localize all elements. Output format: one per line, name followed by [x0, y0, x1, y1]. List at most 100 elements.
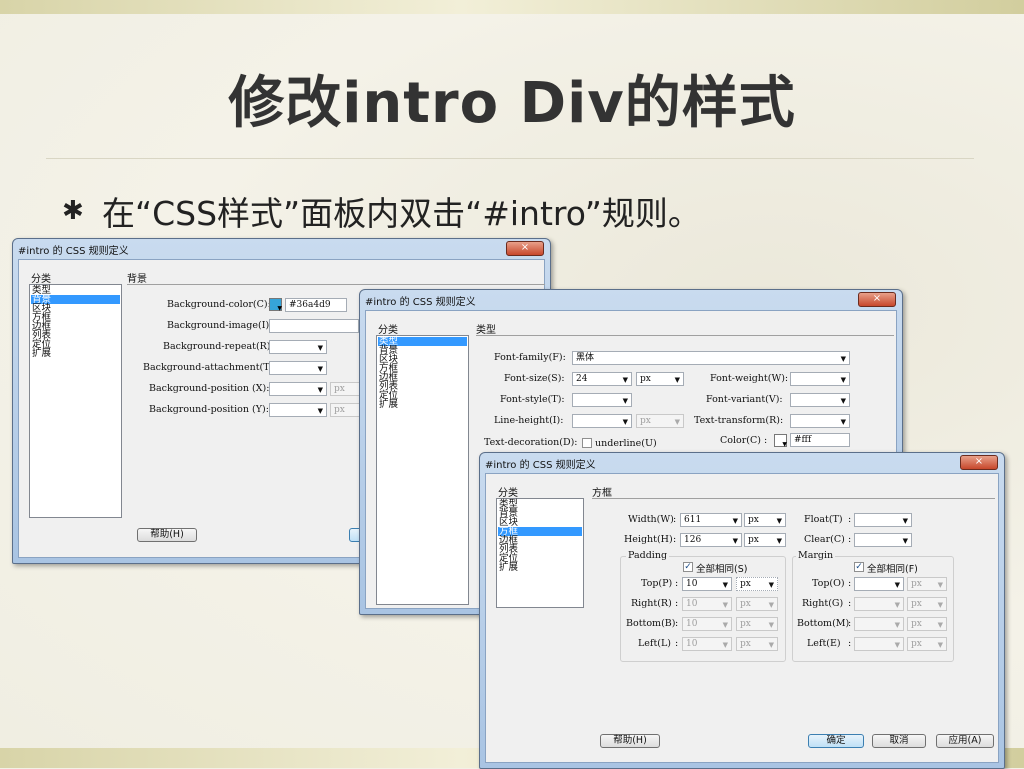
- bg-repeat-select[interactable]: ▼: [269, 340, 327, 354]
- colon: :: [848, 638, 852, 649]
- close-icon[interactable]: ×: [960, 455, 998, 470]
- category-item-extensions[interactable]: 扩展: [378, 400, 398, 410]
- colon: :: [673, 514, 677, 525]
- font-size-unit-value: px: [640, 374, 651, 384]
- width-unit-value: px: [748, 515, 759, 525]
- bg-posy-label: Background-position (Y):: [149, 404, 269, 415]
- width-unit[interactable]: px ▼: [744, 513, 786, 527]
- margin-bottom-unit[interactable]: px ▼: [907, 617, 947, 631]
- width-label: Width(W): [628, 514, 674, 525]
- colon: :: [848, 578, 852, 589]
- float-select[interactable]: ▼: [854, 513, 912, 527]
- ok-button[interactable]: 确定: [808, 734, 864, 748]
- bg-attachment-select[interactable]: ▼: [269, 361, 327, 375]
- same-margin-checkbox[interactable]: ✓: [854, 562, 864, 572]
- underline-checkbox[interactable]: [582, 438, 592, 448]
- bg-repeat-label: Background-repeat(R):: [163, 341, 274, 352]
- colon: :: [675, 638, 679, 649]
- category-item-extensions[interactable]: 扩展: [498, 563, 518, 573]
- margin-bottom-select[interactable]: ▼: [854, 617, 904, 631]
- bg-posx-select[interactable]: ▼: [269, 382, 327, 396]
- text-transform-select[interactable]: ▼: [790, 414, 850, 428]
- padding-right-label: Right(R): [631, 598, 672, 609]
- slide-title: 修改intro Div的样式: [228, 71, 796, 136]
- font-variant-select[interactable]: ▼: [790, 393, 850, 407]
- height-unit[interactable]: px ▼: [744, 533, 786, 547]
- margin-top-unit[interactable]: px ▼: [907, 577, 947, 591]
- padding-top-select[interactable]: 10 ▼: [682, 577, 732, 591]
- font-size-select[interactable]: 24 ▼: [572, 372, 632, 386]
- margin-right-unit[interactable]: px ▼: [907, 597, 947, 611]
- type-color-input[interactable]: #fff: [790, 433, 850, 447]
- same-padding-checkbox[interactable]: ✓: [683, 562, 693, 572]
- category-list[interactable]: 类型 背景 区块 方框 边框 列表 定位 扩展: [29, 284, 122, 518]
- category-list[interactable]: 类型 背景 区块 方框 边框 列表 定位 扩展: [376, 335, 469, 605]
- bg-image-label: Background-image(I):: [167, 320, 273, 331]
- font-family-value: 黑体: [576, 353, 595, 363]
- margin-top-select[interactable]: ▼: [854, 577, 904, 591]
- bg-posx-unit[interactable]: px: [330, 382, 360, 396]
- dialog-title: #intro 的 CSS 规则定义: [365, 297, 476, 308]
- category-header: 分类: [31, 274, 51, 285]
- float-label: Float(T): [804, 514, 843, 525]
- apply-button[interactable]: 应用(A): [936, 734, 994, 748]
- line-height-select[interactable]: ▼: [572, 414, 632, 428]
- bg-image-input[interactable]: [269, 319, 359, 333]
- bg-color-swatch[interactable]: ▼: [269, 298, 282, 312]
- padding-left-select[interactable]: 10 ▼: [682, 637, 732, 651]
- clear-select[interactable]: ▼: [854, 533, 912, 547]
- bullet-icon: ✱: [62, 196, 84, 226]
- width-select[interactable]: 611 ▼: [680, 513, 742, 527]
- height-select[interactable]: 126 ▼: [680, 533, 742, 547]
- colon: :: [848, 514, 852, 525]
- bg-posy-unit[interactable]: px: [330, 403, 360, 417]
- font-size-label: Font-size(S):: [504, 373, 565, 384]
- padding-right-unit[interactable]: px ▼: [736, 597, 778, 611]
- bg-posx-label: Background-position (X):: [149, 383, 270, 394]
- padding-left-unit[interactable]: px ▼: [736, 637, 778, 651]
- dialog-titlebar[interactable]: #intro 的 CSS 规则定义 ×: [13, 239, 550, 258]
- dialog-titlebar[interactable]: #intro 的 CSS 规则定义 ×: [480, 453, 1004, 472]
- help-button[interactable]: 帮助(H): [600, 734, 660, 748]
- slide-subtitle: 在“CSS样式”面板内双击“#intro”规则。: [102, 194, 701, 233]
- margin-left-unit[interactable]: px ▼: [907, 637, 947, 651]
- bg-color-input[interactable]: #36a4d9: [285, 298, 347, 312]
- help-button[interactable]: 帮助(H): [137, 528, 197, 542]
- padding-bottom-unit[interactable]: px ▼: [736, 617, 778, 631]
- padding-top-value: 10: [686, 579, 698, 589]
- dialog-title: #intro 的 CSS 规则定义: [485, 460, 596, 471]
- section-divider: [592, 498, 995, 499]
- dialog-titlebar[interactable]: #intro 的 CSS 规则定义 ×: [360, 290, 902, 309]
- same-padding-label: 全部相同(S): [696, 564, 748, 575]
- margin-left-unit-value: px: [911, 639, 922, 649]
- font-weight-select[interactable]: ▼: [790, 372, 850, 386]
- font-style-select[interactable]: ▼: [572, 393, 632, 407]
- bg-color-label: Background-color(C):: [167, 299, 271, 310]
- section-title: 类型: [476, 325, 496, 336]
- padding-left-label: Left(L): [638, 638, 671, 649]
- dialog-body: 分类 方框 类型 背景 区块 方框 边框 列表 定位 扩展 Width(W) :…: [485, 473, 999, 763]
- colon: :: [673, 534, 677, 545]
- cancel-button[interactable]: 取消: [872, 734, 926, 748]
- font-style-label: Font-style(T):: [500, 394, 565, 405]
- bg-posy-select[interactable]: ▼: [269, 403, 327, 417]
- padding-right-value: 10: [686, 599, 698, 609]
- line-height-unit[interactable]: px ▼: [636, 414, 684, 428]
- close-icon[interactable]: ×: [858, 292, 896, 307]
- padding-bottom-select[interactable]: 10 ▼: [682, 617, 732, 631]
- type-color-swatch[interactable]: ▼: [774, 434, 787, 448]
- category-list[interactable]: 类型 背景 区块 方框 边框 列表 定位 扩展: [496, 498, 584, 608]
- padding-right-select[interactable]: 10 ▼: [682, 597, 732, 611]
- margin-right-select[interactable]: ▼: [854, 597, 904, 611]
- margin-left-select[interactable]: ▼: [854, 637, 904, 651]
- font-size-unit[interactable]: px ▼: [636, 372, 684, 386]
- category-item-extensions[interactable]: 扩展: [31, 349, 51, 359]
- font-family-select[interactable]: 黑体 ▼: [572, 351, 850, 365]
- height-value: 126: [684, 535, 702, 545]
- padding-top-unit[interactable]: px ▼: [736, 577, 778, 591]
- padding-top-label: Top(P): [641, 578, 673, 589]
- close-icon[interactable]: ×: [506, 241, 544, 256]
- section-title: 方框: [592, 488, 612, 499]
- colon: :: [675, 578, 679, 589]
- margin-bottom-unit-value: px: [911, 619, 922, 629]
